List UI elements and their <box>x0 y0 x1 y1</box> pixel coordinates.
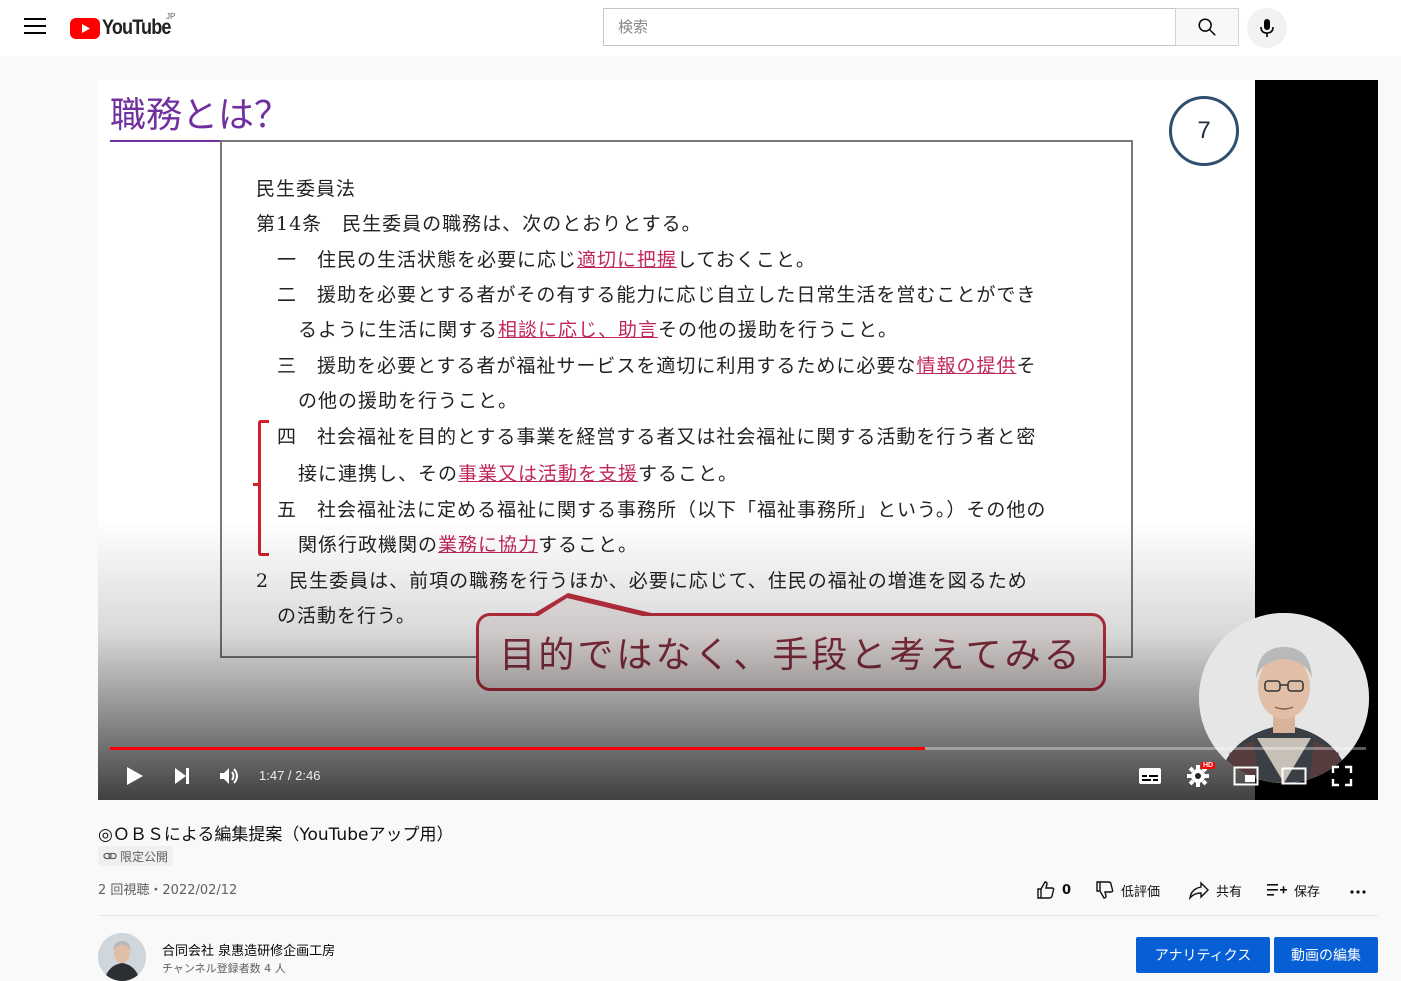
theater-mode-icon <box>1281 767 1307 785</box>
video-frame-slide: 職務とは？ 7 民生委員法 第14条 民生委員の職務は、次のとおりとする。 一 … <box>98 80 1255 800</box>
miniplayer-icon <box>1233 766 1259 786</box>
callout-bubble: 目的ではなく、手段と考えてみる <box>476 613 1106 691</box>
edit-video-button[interactable]: 動画の編集 <box>1274 937 1378 973</box>
volume-icon <box>220 768 238 784</box>
visibility-label: 限定公開 <box>120 849 169 864</box>
slide-title: 職務とは？ <box>110 86 291 142</box>
logo-text: YouTube <box>102 16 171 39</box>
channel-avatar-image <box>98 933 146 981</box>
time-display: 1:47 / 2:46 <box>259 768 321 783</box>
law-line: 三 援助を必要とする者が福祉サービスを適切に利用するために必要な情報の提供そ <box>277 355 1037 377</box>
callout-tail-fill <box>532 598 659 620</box>
theater-mode-button[interactable] <box>1280 762 1308 790</box>
like-button[interactable]: 0 <box>1036 878 1071 902</box>
share-label: 共有 <box>1216 884 1243 900</box>
dislike-button[interactable]: 低評価 <box>1095 878 1160 902</box>
law-line: 四 社会福祉を目的とする事業を経営する者又は社会福祉に関する活動を行う者と密 <box>277 426 1037 448</box>
save-button[interactable]: 保存 <box>1266 878 1320 902</box>
hd-badge: HD <box>1201 762 1216 769</box>
search-box[interactable] <box>603 8 1175 46</box>
divider <box>98 915 1378 916</box>
law-line: 二 援助を必要とする者がその有する能力に応じ自立した日常生活を営むことができ <box>277 284 1037 306</box>
law-line: 一 住民の生活状態を必要に応じ適切に把握しておくこと。 <box>277 249 816 271</box>
youtube-play-logo-icon <box>70 17 100 39</box>
share-icon <box>1189 881 1209 900</box>
add-to-playlist-icon <box>1267 884 1287 896</box>
save-label: 保存 <box>1294 884 1321 900</box>
law-line: 民生委員法 <box>256 178 357 200</box>
analytics-button[interactable]: アナリティクス <box>1136 937 1270 973</box>
search-input[interactable] <box>616 9 1160 45</box>
video-title: ◎ＯＢＳによる編集提案（YouTubeアップ用） <box>98 825 454 845</box>
masthead: YouTube JP <box>0 0 1401 56</box>
voice-search-button[interactable] <box>1247 8 1287 48</box>
subscriber-count: チャンネル登録者数 4 人 <box>162 962 286 975</box>
channel-avatar[interactable] <box>98 933 146 981</box>
red-bracket-marker <box>258 420 269 556</box>
law-line: るように生活に関する相談に応じ、助言その他の援助を行うこと。 <box>298 319 899 341</box>
play-icon <box>127 767 143 785</box>
callout-text: 目的ではなく、手段と考えてみる <box>499 635 1083 676</box>
slide-page-number: 7 <box>1169 96 1239 166</box>
logo-region: JP <box>166 12 176 21</box>
view-count-date: 2 回視聴・2022/02/12 <box>98 883 238 898</box>
volume-button[interactable] <box>216 762 244 790</box>
presenter-image <box>1199 613 1369 783</box>
next-button[interactable] <box>168 762 196 790</box>
menu-icon[interactable] <box>24 18 46 36</box>
thumbs-up-icon <box>1037 881 1055 899</box>
red-bracket-tip <box>253 483 261 486</box>
progress-bar[interactable] <box>110 747 1366 750</box>
law-line: 関係行政機関の業務に協力すること。 <box>298 534 639 556</box>
subtitles-button[interactable] <box>1136 762 1164 790</box>
search-button[interactable] <box>1175 8 1239 46</box>
subtitles-icon <box>1139 768 1161 784</box>
next-icon <box>175 768 189 784</box>
miniplayer-button[interactable] <box>1232 762 1260 790</box>
like-count: 0 <box>1062 882 1072 898</box>
presenter-webcam-overlay <box>1199 613 1369 783</box>
law-line: の他の援助を行うこと。 <box>298 390 519 412</box>
microphone-icon <box>1260 19 1274 37</box>
law-line: の活動を行う。 <box>277 605 416 627</box>
settings-button[interactable]: HD <box>1184 762 1216 790</box>
law-line: 五 社会福祉法に定める福祉に関する事務所（以下「福祉事務所」という。）その他の <box>277 499 1047 521</box>
law-line: 2 民生委員は、前項の職務を行うほか、必要に応じて、住民の福祉の増進を図るため <box>256 570 1028 592</box>
visibility-badge: 限定公開 <box>98 846 174 866</box>
law-line: 接に連携し、その事業又は活動を支援すること。 <box>298 463 739 485</box>
share-button[interactable]: 共有 <box>1188 878 1242 902</box>
law-line: 第14条 民生委員の職務は、次のとおりとする。 <box>256 213 702 235</box>
dislike-label: 低評価 <box>1121 884 1161 900</box>
more-horizontal-icon <box>1350 890 1366 894</box>
progress-played <box>110 747 926 750</box>
link-icon <box>103 852 117 860</box>
play-button[interactable] <box>120 762 148 790</box>
video-player[interactable]: 職務とは？ 7 民生委員法 第14条 民生委員の職務は、次のとおりとする。 一 … <box>98 80 1378 800</box>
more-actions-button[interactable] <box>1348 878 1374 902</box>
channel-name[interactable]: 合同会社 泉惠造研修企画工房 <box>162 940 335 959</box>
youtube-logo[interactable]: YouTube JP <box>70 12 182 42</box>
thumbs-down-icon <box>1096 881 1114 899</box>
search-icon <box>1198 18 1216 36</box>
fullscreen-icon <box>1331 765 1353 787</box>
fullscreen-button[interactable] <box>1328 762 1356 790</box>
